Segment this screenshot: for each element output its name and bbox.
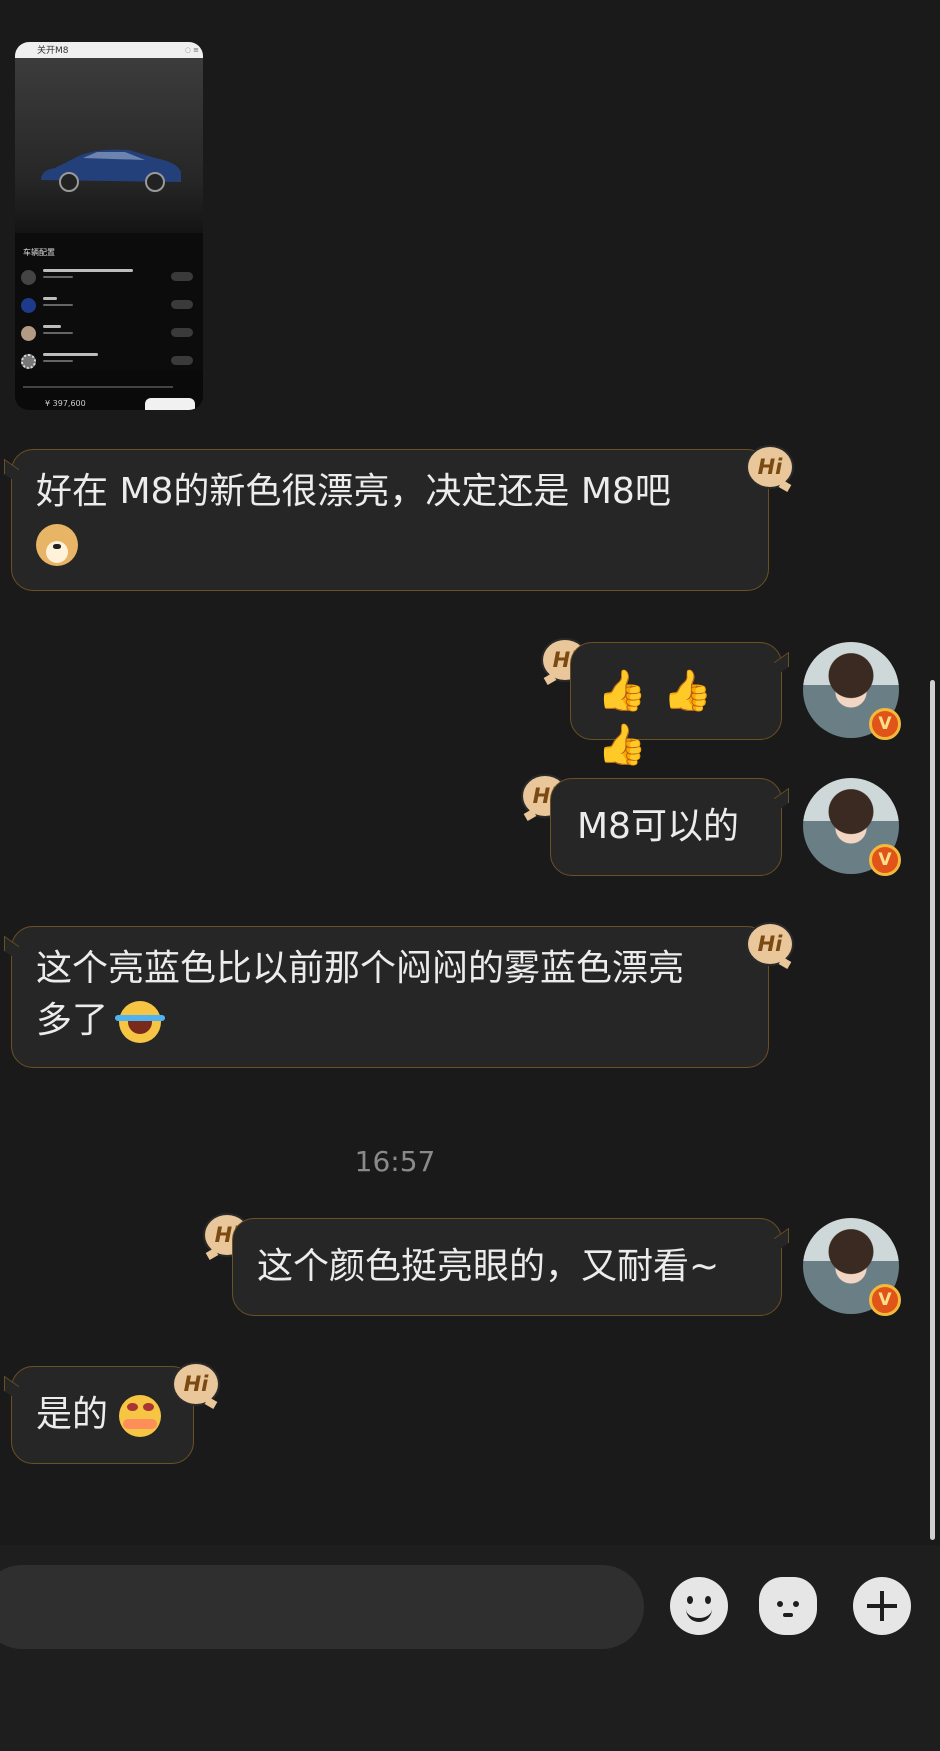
config-row [21, 267, 197, 289]
config-row [21, 295, 197, 317]
verified-badge-icon: V [869, 844, 901, 876]
price-text: ¥ 397,600 [45, 399, 86, 408]
hi-badge-icon: Hi [174, 1364, 218, 1404]
sticker-button-icon[interactable] [759, 1577, 817, 1635]
message-text: 这个颜色挺亮眼的，又耐看~ [257, 1246, 720, 1287]
received-message[interactable]: 是的 [11, 1366, 194, 1464]
my-avatar[interactable]: V [803, 778, 901, 876]
sent-message[interactable]: 这个颜色挺亮眼的，又耐看~ [232, 1218, 782, 1316]
message-text: 是的 [36, 1394, 109, 1435]
thumbs-up-icon: 👍 [597, 668, 647, 714]
car-illustration [41, 149, 181, 192]
verified-badge-icon: V [869, 1284, 901, 1316]
timestamp: 16:57 [354, 1145, 436, 1178]
hi-badge-icon: Hi [748, 924, 792, 964]
message-text: 好在 M8的新色很漂亮，决定还是 M8吧 [36, 471, 671, 512]
message-text: M8可以的 [577, 806, 739, 847]
image-footer: ¥ 397,600 [15, 370, 203, 410]
my-avatar[interactable]: V [803, 1218, 901, 1316]
emoji-button-icon[interactable] [670, 1577, 728, 1635]
hug-emoji-icon [119, 1395, 162, 1437]
sent-message[interactable]: 👍 👍 👍 [570, 642, 782, 768]
doge-emoji-icon [36, 524, 78, 566]
hi-badge-icon: Hi [748, 447, 792, 487]
shared-image[interactable]: 关开M8 ◌ ≡ 车辆配置 ¥ 397,600 [15, 42, 203, 410]
plus-button-icon[interactable] [853, 1577, 911, 1635]
image-header-title: 关开M8 [37, 46, 69, 56]
received-message[interactable]: 好在 M8的新色很漂亮，决定还是 M8吧 [11, 449, 769, 591]
thumbs-up-icon: 👍 [662, 668, 713, 714]
my-avatar[interactable]: V [803, 642, 901, 740]
thumbs-up-icon: 👍 [597, 722, 647, 768]
scrollbar[interactable] [930, 680, 935, 1540]
laugh-cry-emoji-icon [115, 1001, 166, 1043]
input-bar [0, 1545, 940, 1751]
image-header: 关开M8 ◌ ≡ [15, 42, 203, 58]
message-input[interactable] [0, 1565, 644, 1649]
received-message[interactable]: 这个亮蓝色比以前那个闷闷的雾蓝色漂亮 多了 [11, 926, 769, 1068]
config-title: 车辆配置 [23, 248, 55, 257]
select-button [145, 398, 195, 410]
chat-area: 关开M8 ◌ ≡ 车辆配置 ¥ 397,600 好在 M8的新色很漂亮，决定还是… [0, 0, 940, 1545]
config-row [21, 323, 197, 345]
verified-badge-icon: V [869, 708, 901, 740]
sent-message[interactable]: M8可以的 [550, 778, 782, 876]
